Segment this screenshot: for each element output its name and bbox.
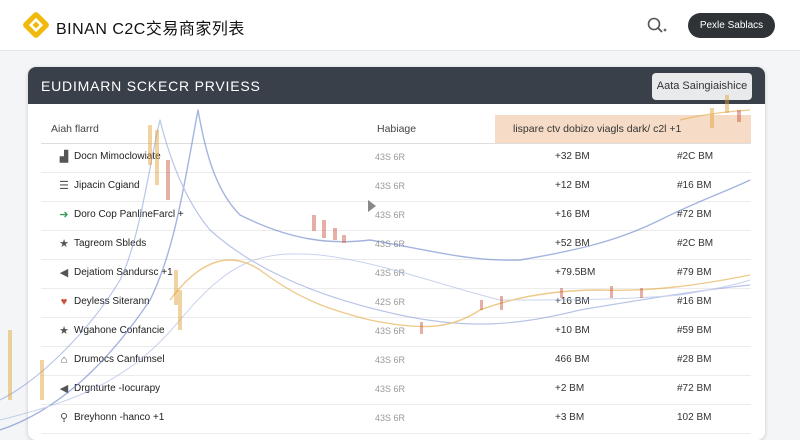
blurred-value: 43S 6R [375,210,406,220]
table-row[interactable]: ★ Wgahone Confancie 43S 6R +10 BM #59 BM [41,317,751,347]
chart-bar-icon: ▟ [59,151,69,163]
table-row[interactable]: ★ Tagreom Sbleds 43S 6R +52 BM #2C BM [41,230,751,260]
star-icon: ★ [59,325,69,337]
merchant-name: Wgahone Confancie [74,325,165,336]
table-row[interactable]: ⚲ Breyhonn -hanco +1 43S 6R +3 BM 102 BM [41,404,751,434]
value-change: +16 BM [555,209,590,220]
value-rank: #59 BM [677,325,712,336]
value-rank: #16 BM [677,296,712,307]
search-icon[interactable] [646,16,668,36]
heart-icon: ♥ [60,296,68,308]
table-row[interactable]: ▟ Docn Mimoclowiate 43S 6R +32 BM #2C BM [41,143,751,173]
table-row[interactable]: ◀ Dejatiom Sandursc +1 43S 6R +79.5BM #7… [41,259,751,289]
table-header: Aiah flarrd Habiage lispare ctv dobizo v… [41,115,751,144]
card-header: EUDIMARN SCKECR PRVIESS Aata Saingiaishi… [28,67,765,104]
column-header-badge[interactable]: Habiage [377,115,487,143]
merchant-name: Drumocs Canfumsel [74,354,165,365]
blurred-value: 43S 6R [375,152,406,162]
blurred-value: 43S 6R [375,355,406,365]
column-header-name[interactable]: Aiah flarrd [51,115,251,143]
table-row[interactable]: ♥ Deyless Siterann 42S 6R +16 BM #16 BM [41,288,751,318]
value-rank: #2C BM [677,238,714,249]
value-change: +2 BM [555,383,585,394]
menu-icon: ☰ [59,180,69,192]
blurred-value: 42S 6R [375,297,406,307]
value-change: +79.5BM [555,267,596,278]
value-change: +52 BM [555,238,590,249]
value-rank: #2C BM [677,151,714,162]
value-change: +3 BM [555,412,585,423]
blurred-value: 43S 6R [375,384,406,394]
send-icon: ◀ [59,267,69,279]
value-change: +12 BM [555,180,590,191]
column-header-highlight[interactable]: lispare ctv dobizo viagls dark/ c2l +1 [495,115,751,143]
arrow-left-icon: ◀ [59,383,69,395]
value-rank: #79 BM [677,267,712,278]
value-change: +32 BM [555,151,590,162]
value-rank: #16 BM [677,180,712,191]
card-action-button[interactable]: Aata Saingiaishice [652,73,752,100]
merchant-name: Deyless Siterann [74,296,150,307]
blurred-value: 43S 6R [375,239,406,249]
merchant-name: Breyhonn -hanco +1 [74,412,165,423]
table-row[interactable]: ⌂ Drumocs Canfumsel 43S 6R 466 BM #28 BM [41,346,751,376]
blurred-value: 43S 6R [375,268,406,278]
value-change: +16 BM [555,296,590,307]
blurred-value: 43S 6R [375,326,406,336]
blurred-value: 43S 6R [375,181,406,191]
diamond-logo-icon[interactable] [22,11,50,39]
value-rank: #28 BM [677,354,712,365]
value-change: +10 BM [555,325,590,336]
merchant-name: Drgnturte -Iocurapy [74,383,161,394]
table-row[interactable]: ☰ Jipacin Cgiand 43S 6R +12 BM #16 BM [41,172,751,202]
merchant-name: Dejatiom Sandursc +1 [74,267,173,278]
blurred-value: 43S 6R [375,413,406,423]
star-icon: ★ [59,238,69,250]
table-row[interactable]: ➜ Doro Cop PanlineFarcl + 43S 6R +16 BM … [41,201,751,231]
merchant-name: Jipacin Cgiand [74,180,140,191]
value-rank: #72 BM [677,383,712,394]
merchant-name: Docn Mimoclowiate [74,151,161,162]
top-action-button[interactable]: Pexle Sablacs [688,13,775,38]
value-rank: 102 BM [677,412,712,423]
merchant-name: Tagreom Sbleds [74,238,147,249]
top-bar: BINAN C2C交易商家列表 Pexle Sablacs [0,0,800,51]
app-title: BINAN C2C交易商家列表 [56,21,245,38]
home-icon: ⌂ [60,354,68,366]
arrow-icon: ➜ [59,209,69,221]
merchant-name: Doro Cop PanlineFarcl + [74,209,184,220]
pin-icon: ⚲ [59,412,69,424]
card-title: EUDIMARN SCKECR PRVIESS [41,78,261,94]
value-change: 466 BM [555,354,590,365]
table-row[interactable]: ◀ Drgnturte -Iocurapy 43S 6R +2 BM #72 B… [41,375,751,405]
value-rank: #72 BM [677,209,712,220]
merchant-card: EUDIMARN SCKECR PRVIESS Aata Saingiaishi… [28,67,765,440]
